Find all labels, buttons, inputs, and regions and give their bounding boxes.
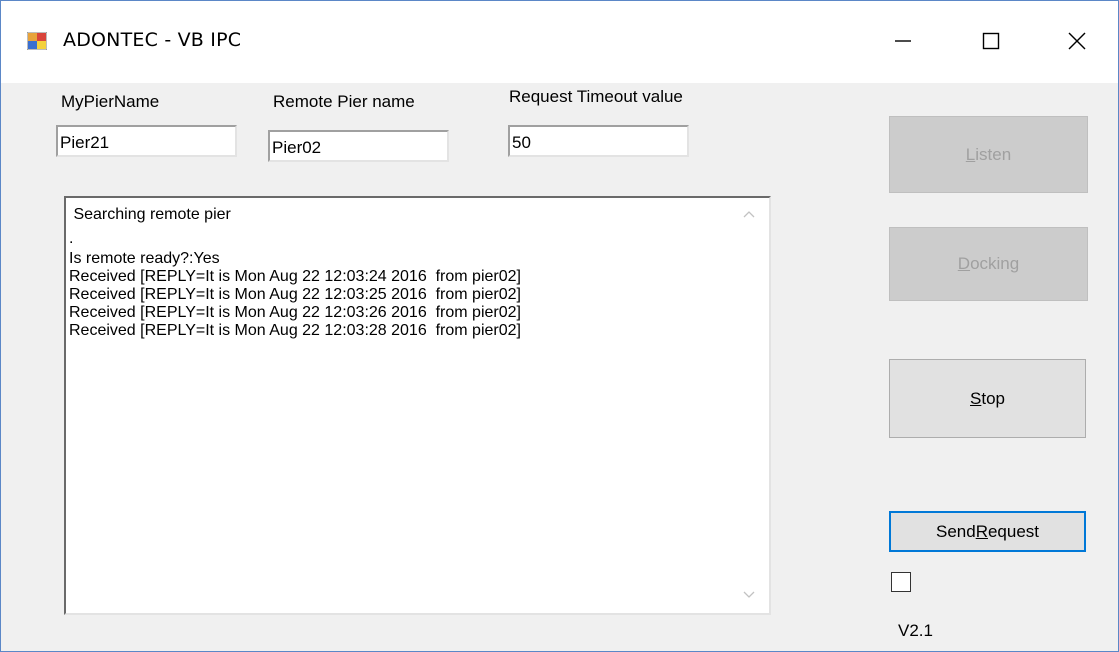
close-icon <box>1068 32 1086 50</box>
listen-button-label: Listen <box>965 144 1012 164</box>
log-line: Received [REPLY=It is Mon Aug 22 12:03:2… <box>69 268 521 285</box>
main-window: ADONTEC - VB IPC MyPierName Remote Pier … <box>0 0 1119 652</box>
log-line: Searching remote pier <box>69 206 231 223</box>
remote-pier-name-input[interactable] <box>268 130 449 162</box>
request-timeout-input[interactable] <box>508 125 689 157</box>
log-line: Is remote ready?:Yes <box>69 250 220 267</box>
checkbox[interactable] <box>891 572 911 592</box>
docking-button[interactable]: Docking <box>889 227 1088 301</box>
window-title: ADONTEC - VB IPC <box>63 29 242 51</box>
log-line: Received [REPLY=It is Mon Aug 22 12:03:2… <box>69 322 521 339</box>
listen-button[interactable]: Listen <box>889 116 1088 193</box>
maximize-icon <box>982 32 1000 50</box>
minimize-button[interactable] <box>875 21 931 61</box>
log-line: . <box>69 230 74 247</box>
app-window-icon <box>27 32 47 50</box>
request-timeout-label: Request Timeout value <box>509 87 683 106</box>
maximize-button[interactable] <box>963 21 1019 61</box>
stop-button[interactable]: Stop <box>889 359 1086 438</box>
log-line: Received [REPLY=It is Mon Aug 22 12:03:2… <box>69 286 521 303</box>
remote-pier-name-label: Remote Pier name <box>273 92 415 111</box>
version-label: V2.1 <box>898 621 933 640</box>
log-lines: Searching remote pier . Is remote ready?… <box>69 206 521 340</box>
my-pier-name-input[interactable] <box>56 125 237 157</box>
scroll-down-arrow-icon[interactable] <box>741 587 757 603</box>
send-request-button-label: SendRequest <box>935 521 1040 541</box>
log-line: Received [REPLY=It is Mon Aug 22 12:03:2… <box>69 304 521 321</box>
close-button[interactable] <box>1049 21 1105 61</box>
stop-button-label: Stop <box>970 388 1005 408</box>
docking-button-label: Docking <box>957 254 1020 273</box>
my-pier-name-label: MyPierName <box>61 92 160 111</box>
scroll-up-arrow-icon[interactable] <box>741 206 757 222</box>
send-request-button[interactable]: SendRequest <box>889 511 1086 552</box>
minimize-icon <box>895 40 911 42</box>
log-listbox[interactable]: Searching remote pier . Is remote ready?… <box>64 196 771 615</box>
title-bar[interactable]: ADONTEC - VB IPC <box>1 1 1118 83</box>
